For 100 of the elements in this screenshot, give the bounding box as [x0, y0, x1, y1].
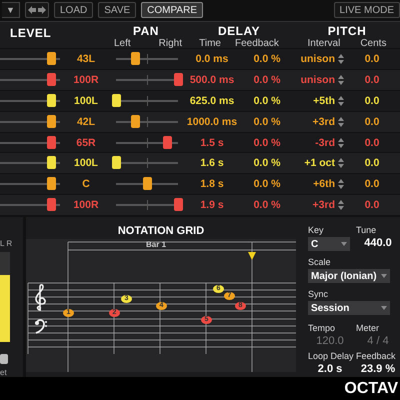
pan-slider-thumb[interactable]: [112, 94, 121, 107]
up-down-arrows-icon[interactable]: [338, 200, 344, 210]
delay-time[interactable]: 500.0 ms: [184, 74, 240, 86]
feedback-value[interactable]: 0.0 %: [240, 199, 294, 212]
column-subheader: Interval: [308, 38, 340, 49]
cents-value[interactable]: 0.0: [344, 52, 400, 65]
up-down-arrows-icon[interactable]: [338, 116, 344, 127]
pan-value: 42L: [76, 116, 96, 128]
level-slider-thumb[interactable]: [47, 72, 56, 86]
column-subheader: Right: [158, 38, 182, 49]
column-header: PITCH: [328, 24, 366, 38]
column-subheader: Left: [114, 38, 131, 49]
pan-slider-thumb[interactable]: [174, 72, 183, 86]
up-down-arrows-icon[interactable]: [338, 158, 344, 168]
level-slider-thumb[interactable]: [47, 177, 56, 190]
cents-value[interactable]: 0.0: [344, 178, 400, 190]
delay-time[interactable]: 1.6 s: [184, 157, 240, 170]
bass-clef-icon: [34, 318, 48, 334]
field-label: Scale: [308, 257, 332, 268]
level-slider-thumb[interactable]: [47, 136, 56, 149]
feedback-value[interactable]: 0.0 %: [240, 136, 294, 149]
feedback-value[interactable]: 0.0 %: [240, 52, 294, 65]
feedback-value[interactable]: 0.0 %: [240, 94, 294, 107]
delay-time[interactable]: 1.8 s: [184, 178, 240, 190]
key-dropdown[interactable]: C: [308, 237, 350, 252]
pan-value: 100R: [72, 74, 100, 86]
delay-time[interactable]: 1000.0 ms: [184, 116, 240, 128]
up-down-arrows-icon[interactable]: [338, 96, 344, 106]
column-subheader: Feedback: [234, 38, 279, 49]
interval-value[interactable]: -3rd: [315, 136, 335, 149]
pan-slider-thumb[interactable]: [174, 198, 183, 212]
delay-time[interactable]: 1.9 s: [184, 199, 240, 212]
field-label: Meter: [356, 323, 380, 334]
pan-value: 100L: [73, 157, 99, 170]
treble-clef-icon: [34, 283, 48, 312]
feedback-value[interactable]: 0.0 %: [240, 178, 294, 190]
feedback-value[interactable]: 0.0 %: [240, 74, 294, 86]
meter-label: L R: [0, 239, 14, 248]
feedback-value[interactable]: 23.9 %: [356, 363, 400, 376]
toolbar-button[interactable]: COMPARE: [141, 2, 203, 18]
field-label: Sync: [308, 289, 330, 300]
section-title: NOTATION GRID: [118, 225, 204, 240]
feedback-value[interactable]: 0.0 %: [240, 116, 294, 128]
button-caption: et: [0, 368, 8, 378]
field-label: Feedback: [356, 351, 397, 362]
scale-dropdown[interactable]: Major (Ionian): [308, 269, 390, 284]
cents-value[interactable]: 0.0: [344, 94, 400, 107]
cents-value[interactable]: 0.0: [344, 74, 400, 86]
pan-slider-thumb[interactable]: [130, 114, 140, 128]
bar-label: Bar 1: [146, 240, 166, 250]
tune-value[interactable]: 440.0: [356, 237, 400, 252]
field-label: Loop Delay: [308, 351, 352, 362]
level-slider-thumb[interactable]: [47, 52, 56, 65]
interval-value[interactable]: unison: [300, 74, 335, 86]
column-subheader: Time: [199, 38, 221, 49]
toolbar-button[interactable]: LOAD: [54, 2, 94, 18]
preset-dropdown[interactable]: ▼: [2, 2, 20, 18]
pan-value: 100L: [73, 94, 99, 107]
pan-slider-thumb[interactable]: [112, 156, 121, 170]
previous-next-buttons[interactable]: [25, 2, 49, 18]
delay-time[interactable]: 1.5 s: [184, 136, 240, 149]
pan-slider-thumb[interactable]: [130, 52, 140, 65]
up-down-arrows-icon[interactable]: [338, 138, 344, 148]
cents-value[interactable]: 0.0: [344, 157, 400, 170]
toolbar-button[interactable]: SAVE: [98, 2, 136, 18]
caret-icon: [381, 306, 387, 310]
delay-time[interactable]: 0.0 ms: [184, 52, 240, 65]
interval-value[interactable]: unison: [300, 52, 335, 65]
loop-delay-value[interactable]: 2.0 s: [308, 363, 352, 376]
level-slider-thumb[interactable]: [47, 198, 56, 212]
delay-time[interactable]: 625.0 ms: [184, 94, 240, 107]
sync-dropdown[interactable]: Session: [308, 301, 390, 316]
cents-value[interactable]: 0.0: [344, 136, 400, 149]
up-down-arrows-icon[interactable]: [338, 179, 344, 190]
column-header: LEVEL: [9, 26, 52, 40]
cents-value[interactable]: 0.0: [344, 199, 400, 212]
feedback-value[interactable]: 0.0 %: [240, 157, 294, 170]
field-label: Tempo: [308, 323, 336, 334]
pan-value: C: [81, 178, 91, 190]
live-mode-button[interactable]: LIVE MODE: [334, 2, 400, 18]
level-slider-thumb[interactable]: [47, 94, 56, 107]
pan-slider-thumb[interactable]: [143, 177, 152, 190]
column-header: PAN: [132, 24, 160, 38]
cents-value[interactable]: 0.0: [344, 116, 400, 128]
field-label: Key: [308, 225, 325, 236]
interval-value[interactable]: +5th: [313, 94, 335, 107]
caret-icon: [341, 242, 347, 246]
playhead-marker-icon[interactable]: [248, 252, 256, 260]
pan-slider-thumb[interactable]: [162, 136, 172, 149]
reset-button[interactable]: [0, 354, 8, 364]
level-slider-thumb[interactable]: [47, 156, 56, 170]
interval-value[interactable]: +3rd: [312, 199, 335, 212]
interval-value[interactable]: +6th: [313, 178, 335, 190]
logo: OCTAV: [344, 380, 398, 398]
interval-value[interactable]: +3rd: [312, 116, 335, 128]
interval-value[interactable]: +1 oct: [304, 157, 335, 170]
meter-value[interactable]: 4 / 4: [356, 335, 400, 348]
level-slider-thumb[interactable]: [47, 114, 56, 128]
up-down-arrows-icon[interactable]: [338, 74, 344, 85]
up-down-arrows-icon[interactable]: [338, 54, 344, 64]
